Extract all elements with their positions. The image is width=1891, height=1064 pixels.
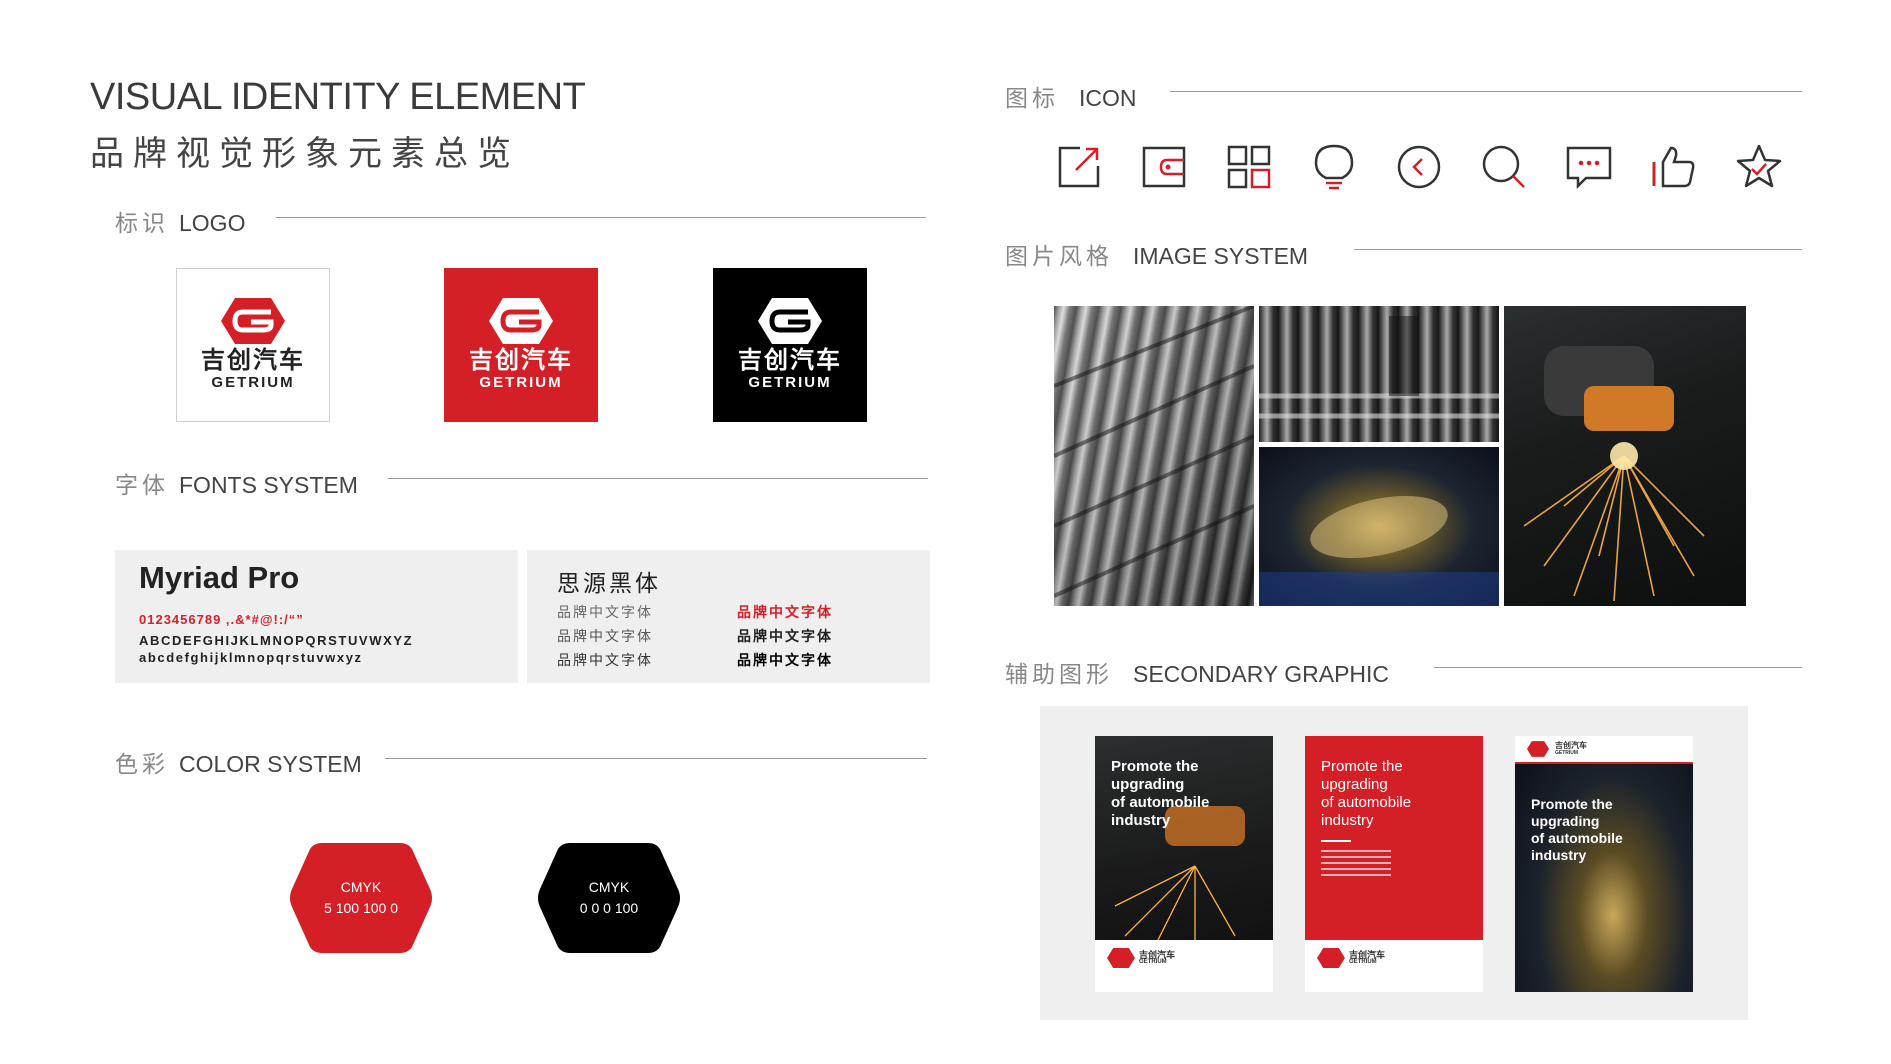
page-title-zh: 品牌视觉形象元素总览: [90, 135, 520, 173]
image-grinder-sparks: [1504, 306, 1746, 606]
logo-text-zh: 吉创汽车: [738, 347, 842, 374]
logo-text-zh: 吉创汽车: [201, 347, 305, 374]
logo-tile-white: 吉创汽车 GETRIUM: [176, 268, 330, 422]
color-swatch-red: CMYK 5 100 100 0: [288, 839, 434, 957]
icon-section-title-zh: 图标: [1005, 85, 1059, 111]
secondary-section-title-en: SECONDARY GRAPHIC: [1133, 661, 1390, 687]
poster-logo-text-en: GETRIUM: [1349, 959, 1377, 965]
logo-section-title-en: LOGO: [179, 210, 246, 236]
logo-text-en: GETRIUM: [211, 374, 295, 391]
secondary-section-divider: [1434, 667, 1802, 668]
back-icon: [1394, 142, 1444, 192]
poster-red: Promote the upgrading of automobile industr…: [1305, 736, 1483, 992]
fonts-section-divider: [388, 478, 928, 479]
search-icon: [1479, 142, 1529, 192]
wallet-icon: [1139, 142, 1189, 192]
logo-mark-icon: [221, 298, 285, 344]
poster-footer: 吉创汽车 GETRIUM: [1305, 940, 1483, 992]
logo-text-en: GETRIUM: [748, 374, 832, 391]
color-section-title: 色彩 COLOR SYSTEM: [115, 745, 362, 779]
poster-logo-text-en: GETRIUM: [1555, 750, 1579, 756]
logo-section-divider: [276, 217, 926, 218]
logo-text-zh: 吉创汽车: [469, 347, 573, 374]
latin-font-lowercase: abcdefghijklmnopqrstuvwxyz: [139, 650, 363, 665]
poster-header: 吉创汽车 GETRIUM: [1515, 736, 1693, 762]
fonts-section-title-en: FONTS SYSTEM: [179, 472, 358, 498]
logo-mark-icon: [489, 298, 553, 344]
logo-text-en: GETRIUM: [479, 374, 563, 391]
poster-logo-text-en: GETRIUM: [1139, 959, 1167, 965]
image-skyscraper: [1054, 306, 1254, 606]
poster-headline: Promote the upgrading of automobile industr…: [1111, 758, 1210, 829]
page-title-en: VISUAL IDENTITY ELEMENT: [90, 76, 586, 118]
chinese-font-card: 思源黑体 品牌中文字体 品牌中文字体 品牌中文字体 品牌中文字体 品牌中文字体 …: [527, 550, 930, 683]
share-icon: [1054, 142, 1104, 192]
image-engine: [1259, 447, 1499, 606]
image-section-divider: [1354, 249, 1802, 250]
icon-section-divider: [1170, 91, 1802, 92]
message-icon: [1564, 142, 1614, 192]
poster-photo-engine: 吉创汽车 GETRIUM Promote the upgrading of auto…: [1515, 736, 1693, 992]
logo-section-title: 标识 LOGO: [115, 204, 245, 238]
color-section-title-zh: 色彩: [115, 751, 169, 777]
color-swatch-black-value: 0 0 0 100: [579, 900, 639, 916]
image-section-title-zh: 图片风格: [1005, 243, 1113, 269]
secondary-section-title-zh: 辅助图形: [1005, 661, 1113, 687]
icon-section-title-en: ICON: [1079, 85, 1137, 111]
color-swatch-black: CMYK 0 0 0 100: [536, 839, 682, 957]
grid-icon: [1224, 142, 1274, 192]
poster-footer: 吉创汽车 GETRIUM: [1095, 940, 1273, 992]
latin-font-card: Myriad Pro 0123456789 ,.&*#@!:/“” ABCDEF…: [115, 550, 518, 683]
chinese-font-sample-light: 品牌中文字体: [557, 604, 653, 620]
fonts-section-title: 字体 FONTS SYSTEM: [115, 466, 358, 500]
logo-tile-red: 吉创汽车 GETRIUM: [444, 268, 598, 422]
color-swatch-red-value: 5 100 100 0: [324, 900, 398, 916]
logo-tile-black: 吉创汽车 GETRIUM: [713, 268, 867, 422]
logo-mark-icon: [758, 298, 822, 344]
chinese-font-sample-bold: 品牌中文字体: [737, 628, 833, 644]
logo-section-title-zh: 标识: [115, 210, 169, 236]
icon-section-title: 图标 ICON: [1005, 79, 1137, 113]
chinese-font-sample-regular: 品牌中文字体: [557, 628, 653, 644]
poster-rule: [1321, 840, 1351, 842]
lightbulb-icon: [1309, 142, 1359, 192]
latin-font-digits: 0123456789 ,.&*#@!:/“”: [139, 612, 304, 627]
image-refinery: [1259, 306, 1499, 442]
color-section-title-en: COLOR SYSTEM: [179, 751, 362, 777]
image-section-title-en: IMAGE SYSTEM: [1133, 243, 1309, 269]
chinese-font-name: 思源黑体: [557, 570, 661, 596]
color-section-divider: [385, 758, 927, 759]
chinese-font-sample-heavy: 品牌中文字体: [737, 652, 833, 668]
poster-headline: Promote the upgrading of automobile industr…: [1321, 758, 1412, 829]
poster-headline: Promote the upgrading of automobile industr…: [1531, 796, 1623, 863]
secondary-section-title: 辅助图形 SECONDARY GRAPHIC: [1005, 655, 1389, 689]
color-swatch-red-label: CMYK: [340, 879, 382, 895]
color-swatch-black-label: CMYK: [588, 879, 630, 895]
latin-font-uppercase: ABCDEFGHIJKLMNOPQRSTUVWXYZ: [139, 633, 414, 648]
chinese-font-sample-red: 品牌中文字体: [737, 604, 833, 620]
thumbs-up-icon: [1649, 142, 1699, 192]
fonts-section-title-zh: 字体: [115, 472, 169, 498]
image-section-title: 图片风格 IMAGE SYSTEM: [1005, 237, 1308, 271]
poster-photo-dark: Promote the upgrading of automobile industr…: [1095, 736, 1273, 992]
latin-font-name: Myriad Pro: [139, 560, 300, 595]
star-icon: [1734, 142, 1784, 192]
poster-body-text: [1321, 850, 1391, 880]
chinese-font-sample-medium: 品牌中文字体: [557, 652, 653, 668]
